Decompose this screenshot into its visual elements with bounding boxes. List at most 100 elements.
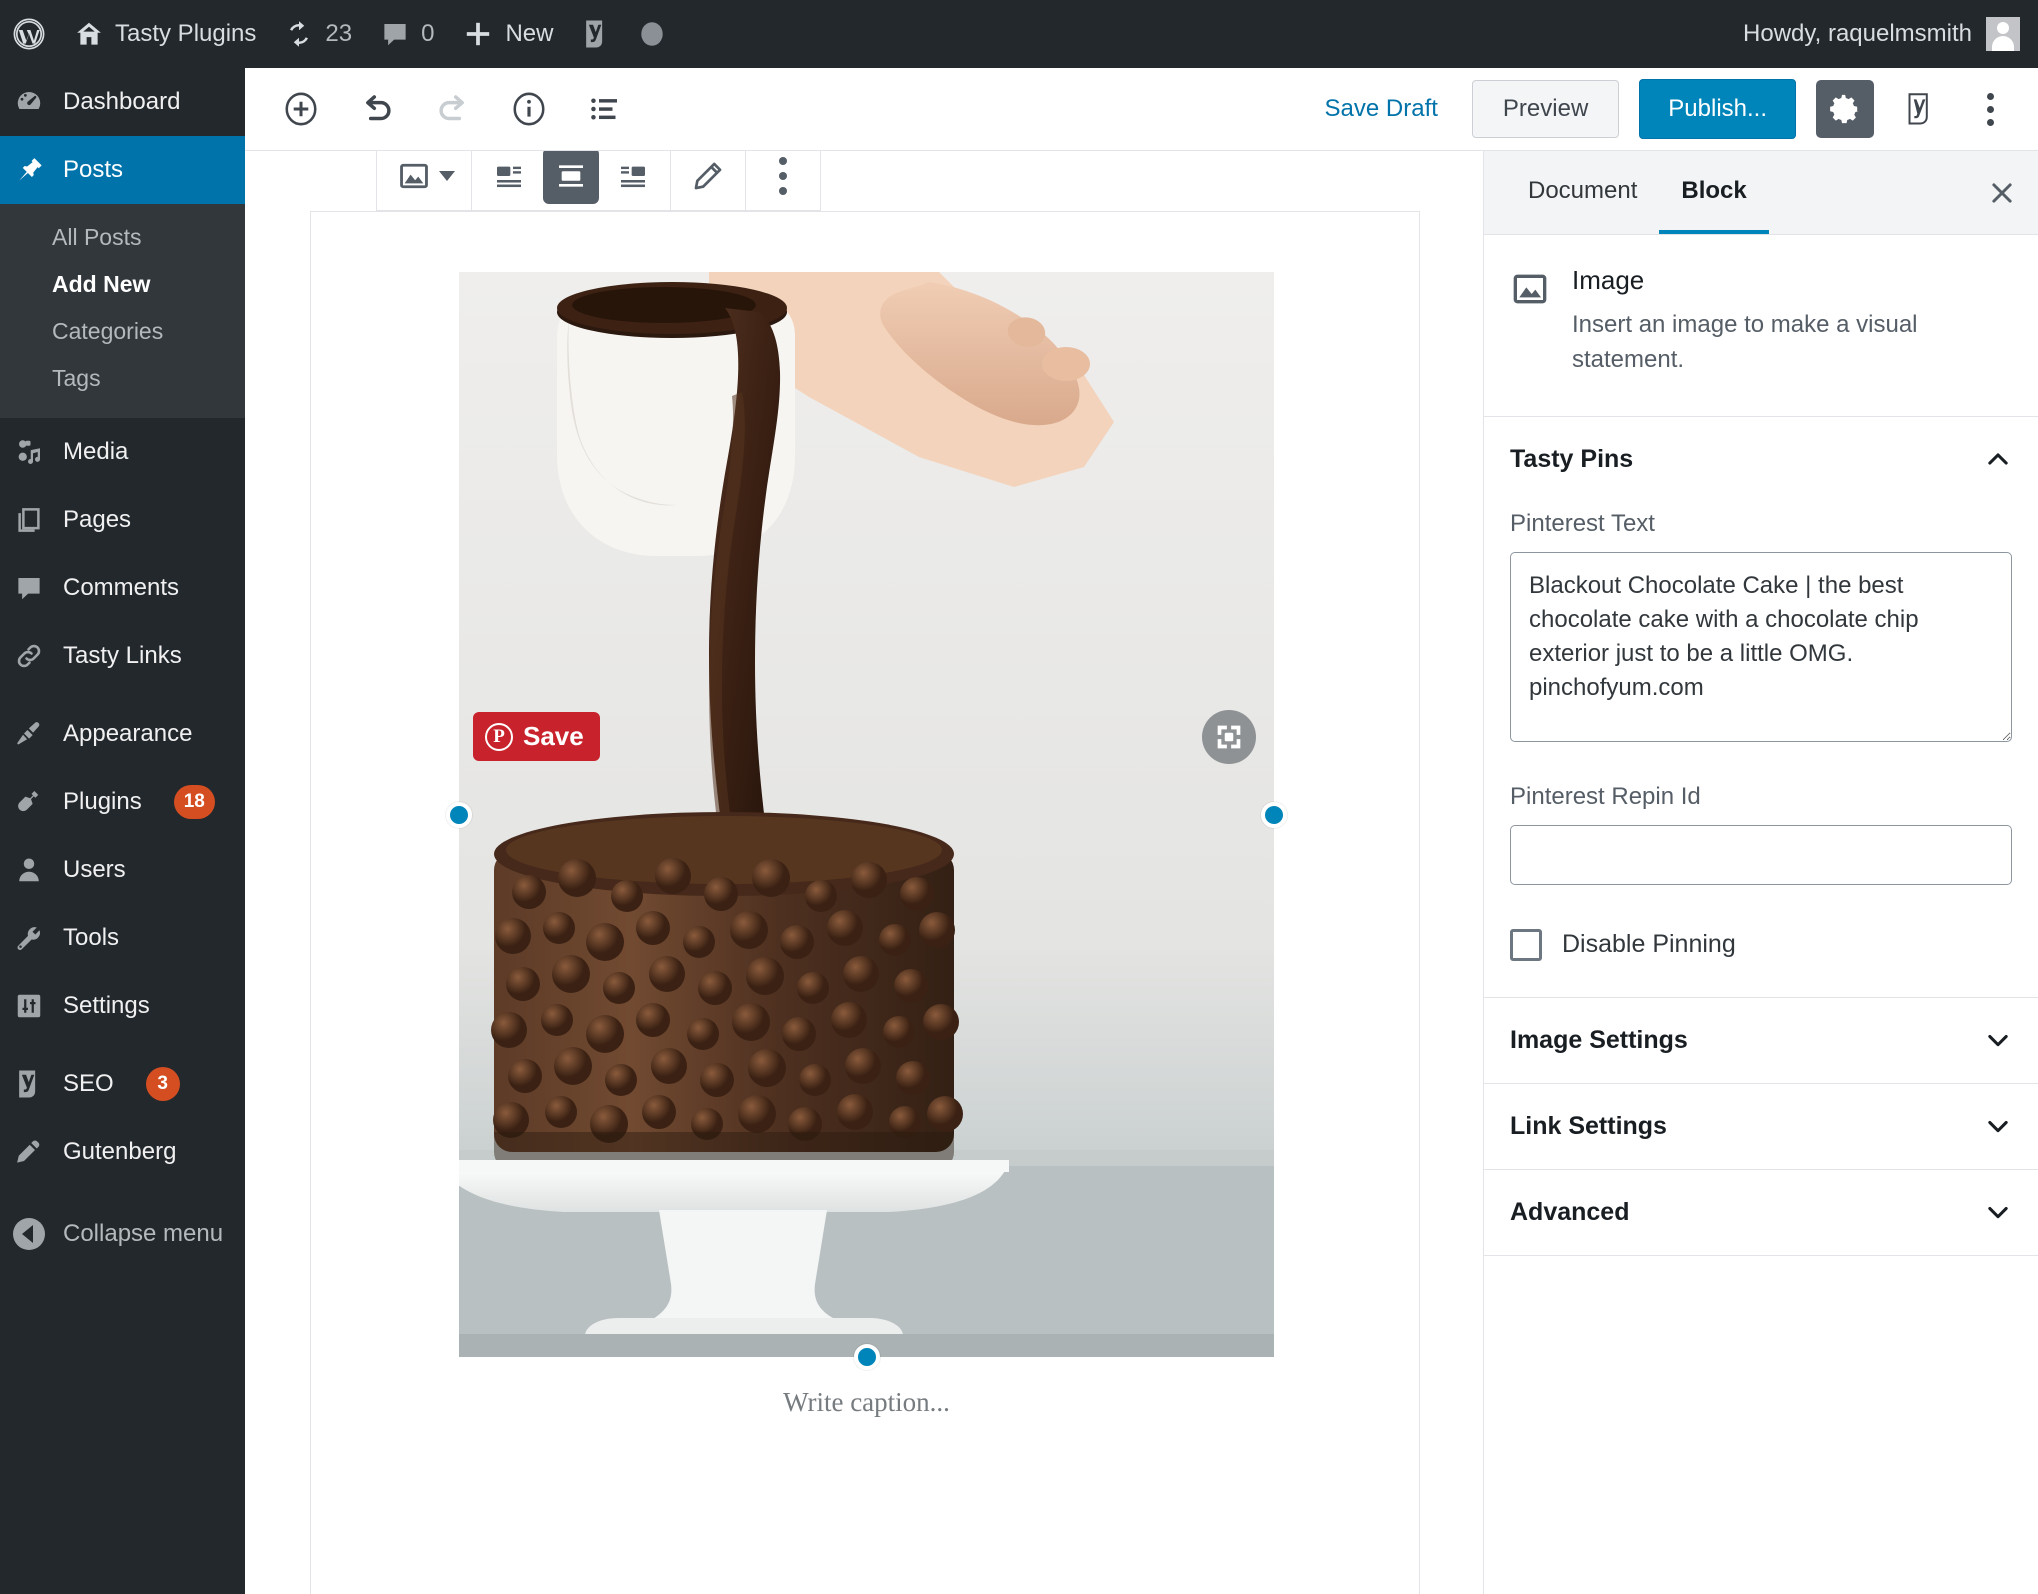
resize-handle-left[interactable] xyxy=(446,801,472,828)
circle-dot-icon xyxy=(639,19,665,49)
image-icon xyxy=(1510,269,1550,378)
sidebar-item-posts[interactable]: Posts xyxy=(0,136,245,204)
sidebar-item-tools[interactable]: Tools xyxy=(0,904,245,972)
preview-button[interactable]: Preview xyxy=(1471,80,1620,138)
collapse-menu-button[interactable]: Collapse menu xyxy=(0,1200,245,1268)
block-navigation-icon[interactable] xyxy=(579,83,631,135)
sidebar-item-users[interactable]: Users xyxy=(0,836,245,904)
sidebar-item-comments[interactable]: Comments xyxy=(0,554,245,622)
pinterest-repin-id-input[interactable] xyxy=(1510,824,2012,885)
sidebar-subitem-add-new[interactable]: Add New xyxy=(0,261,245,308)
sidebar-item-media[interactable]: Media xyxy=(0,418,245,486)
admin-bar-right: Howdy, raquelmsmith xyxy=(1743,17,2038,51)
editor-header-tools xyxy=(275,83,631,135)
sidebar-subitem-tags[interactable]: Tags xyxy=(0,355,245,402)
sidebar-item-plugins[interactable]: Plugins 18 xyxy=(0,768,245,836)
sidebar-subitem-all-posts[interactable]: All Posts xyxy=(0,214,245,261)
sidebar-subitem-categories[interactable]: Categories xyxy=(0,308,245,355)
settings-gear-icon[interactable] xyxy=(1816,80,1874,138)
panel-title: Advanced xyxy=(1510,1197,1630,1226)
user-status-indicator[interactable] xyxy=(625,0,679,68)
block-more-group xyxy=(746,151,820,210)
sidebar-item-label: Tools xyxy=(63,924,120,951)
block-card: Image Insert an image to make a visual s… xyxy=(1484,235,2038,417)
wordpress-logo-button[interactable] xyxy=(0,0,60,68)
sidebar-item-label: Gutenberg xyxy=(63,1138,177,1165)
align-center-icon[interactable] xyxy=(543,151,599,204)
yoast-icon xyxy=(13,1068,45,1100)
sidebar-item-settings[interactable]: Settings xyxy=(0,972,245,1040)
disable-pinning-label: Disable Pinning xyxy=(1562,930,1736,959)
tasty-links-badge-icon[interactable] xyxy=(1202,710,1256,764)
block-card-title: Image xyxy=(1572,265,1645,295)
admin-sidebar: Dashboard Posts All Posts Add New Catego… xyxy=(0,68,245,1594)
sidebar-item-label: Plugins xyxy=(63,788,142,815)
comment-bubble-icon xyxy=(380,19,410,49)
more-options-icon[interactable] xyxy=(752,151,814,210)
tab-document[interactable]: Document xyxy=(1506,151,1659,234)
pencil-icon[interactable] xyxy=(677,151,739,210)
sidebar-item-label: Posts xyxy=(63,156,124,183)
collapse-menu-label: Collapse menu xyxy=(63,1220,224,1247)
howdy-label[interactable]: Howdy, raquelmsmith xyxy=(1743,20,1972,48)
collapse-arrow-icon xyxy=(13,1218,45,1250)
sidebar-item-label: SEO xyxy=(63,1070,114,1097)
pinterest-text-label: Pinterest Text xyxy=(1510,509,1655,537)
yoast-sidebar-icon[interactable] xyxy=(1894,83,1946,135)
editor-canvas: P Save Write caption... xyxy=(245,151,1483,1594)
align-left-icon[interactable] xyxy=(478,151,540,210)
panel-header-advanced[interactable]: Advanced xyxy=(1484,1170,2038,1256)
pinterest-icon: P xyxy=(485,722,513,751)
pinterest-repin-id-label: Pinterest Repin Id xyxy=(1510,782,1701,810)
new-content-button[interactable]: New xyxy=(448,0,567,68)
panel-header-link-settings[interactable]: Link Settings xyxy=(1484,1084,2038,1170)
chevron-down-icon xyxy=(1984,1026,2012,1054)
sidebar-item-label: Media xyxy=(63,438,129,465)
updates-button[interactable]: 23 xyxy=(270,0,366,68)
site-name-button[interactable]: Tasty Plugins xyxy=(60,0,270,68)
panel-header-tasty-pins[interactable]: Tasty Pins xyxy=(1484,417,2038,502)
redo-icon[interactable] xyxy=(427,83,479,135)
image-block[interactable]: P Save Write caption... xyxy=(310,151,1420,1594)
selected-image[interactable]: P Save xyxy=(446,272,1287,1370)
close-icon[interactable] xyxy=(1966,151,2038,234)
chevron-down-icon xyxy=(1984,1112,2012,1140)
comments-button[interactable]: 0 xyxy=(366,0,448,68)
seo-notice-badge: 3 xyxy=(145,1067,180,1101)
undo-icon[interactable] xyxy=(351,83,403,135)
resize-handle-right[interactable] xyxy=(1261,801,1287,828)
sidebar-item-pages[interactable]: Pages xyxy=(0,486,245,554)
add-block-icon[interactable] xyxy=(275,83,327,135)
more-options-icon[interactable] xyxy=(1966,83,2014,135)
sidebar-item-dashboard[interactable]: Dashboard xyxy=(0,68,245,136)
tab-block[interactable]: Block xyxy=(1659,151,1769,234)
posts-submenu: All Posts Add New Categories Tags xyxy=(0,204,245,418)
alignment-group xyxy=(472,151,671,210)
chevron-down-icon[interactable] xyxy=(439,171,455,181)
sidebar-item-label: Users xyxy=(63,856,126,883)
panel-title: Tasty Pins xyxy=(1510,444,1634,473)
panel-header-image-settings[interactable]: Image Settings xyxy=(1484,998,2038,1084)
align-right-icon[interactable] xyxy=(602,151,664,210)
info-icon[interactable] xyxy=(503,83,555,135)
avatar[interactable] xyxy=(1986,17,2020,51)
disable-pinning-checkbox[interactable] xyxy=(1510,928,1542,961)
yoast-seo-button[interactable] xyxy=(567,0,625,68)
resize-handle-bottom[interactable] xyxy=(853,1344,880,1370)
pinterest-save-button[interactable]: P Save xyxy=(473,712,600,761)
chevron-down-icon xyxy=(1984,1198,2012,1226)
save-draft-button[interactable]: Save Draft xyxy=(1311,95,1452,123)
image-caption-input[interactable]: Write caption... xyxy=(459,1387,1274,1418)
sidebar-item-label: Comments xyxy=(63,574,180,601)
sidebar-item-tasty-links[interactable]: Tasty Links xyxy=(0,622,245,690)
pinterest-text-input[interactable] xyxy=(1510,551,2012,742)
image-block-icon[interactable] xyxy=(383,151,445,210)
paintbrush-icon xyxy=(13,718,45,750)
sidebar-divider xyxy=(0,1040,245,1050)
publish-button[interactable]: Publish... xyxy=(1639,79,1796,139)
sidebar-item-seo[interactable]: SEO 3 xyxy=(0,1050,245,1118)
sidebar-item-gutenberg[interactable]: Gutenberg xyxy=(0,1118,245,1186)
sidebar-item-appearance[interactable]: Appearance xyxy=(0,700,245,768)
dashboard-icon xyxy=(13,86,45,118)
disable-pinning-row[interactable]: Disable Pinning xyxy=(1510,928,2012,961)
